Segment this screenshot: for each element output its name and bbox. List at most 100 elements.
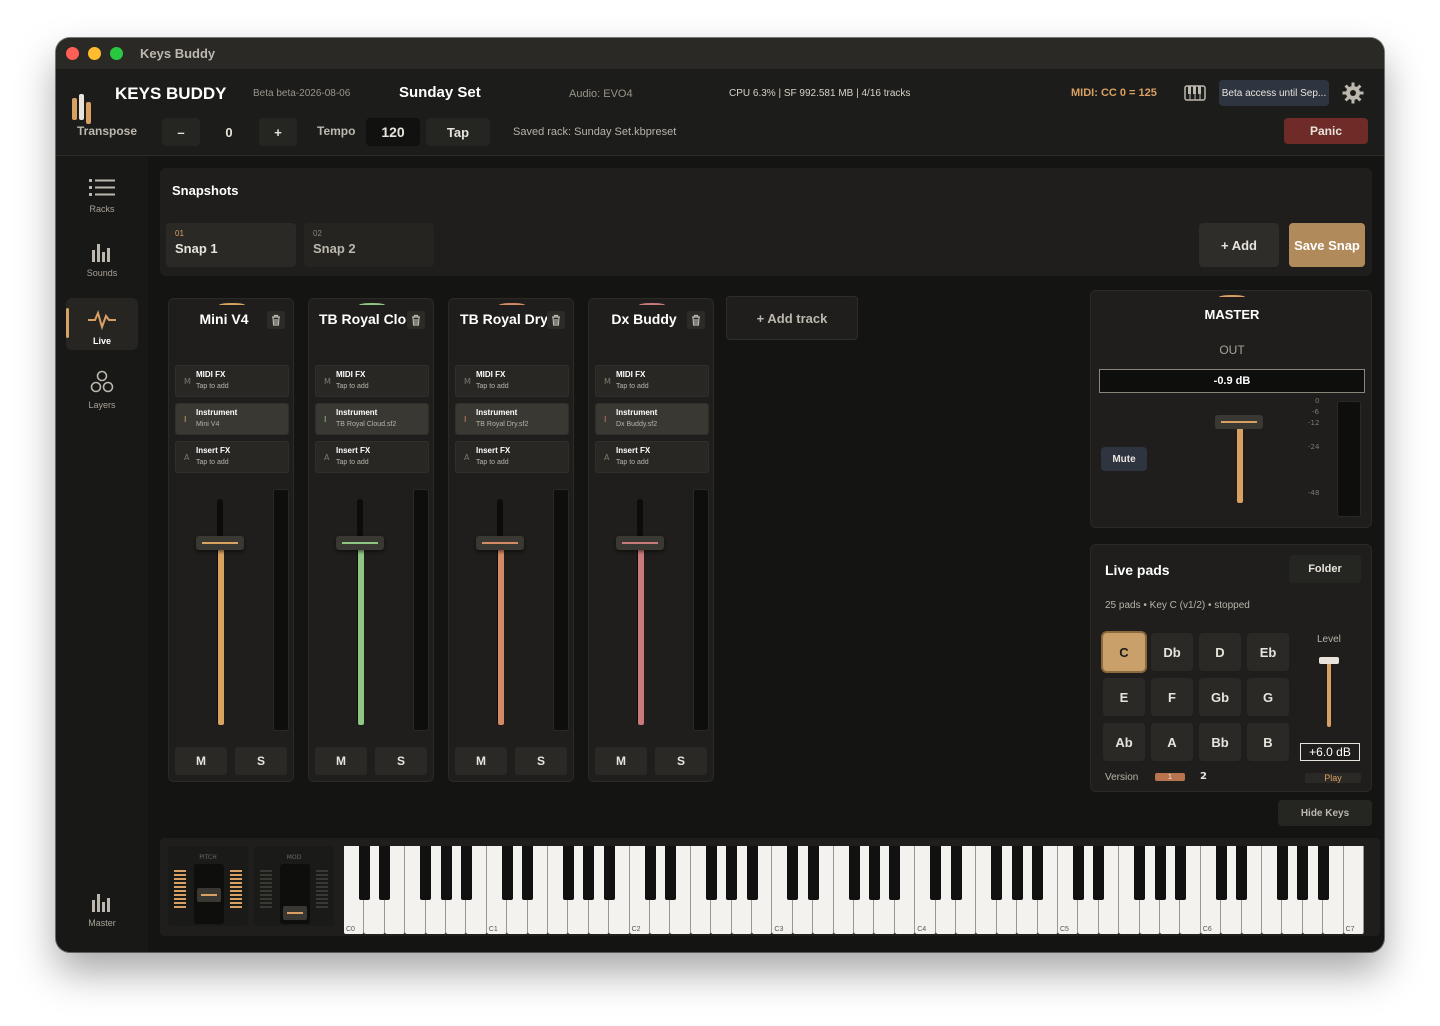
drag-handle[interactable]: [359, 303, 385, 307]
sidebar-item-master[interactable]: Master: [66, 880, 138, 932]
drag-handle[interactable]: [639, 303, 665, 307]
black-key[interactable]: [991, 846, 1003, 900]
midi-fx-slot[interactable]: M MIDI FX Tap to add: [175, 365, 289, 397]
pad-button[interactable]: Gb: [1199, 678, 1241, 716]
save-snapshot-button[interactable]: Save Snap: [1289, 223, 1365, 267]
black-key[interactable]: [379, 846, 391, 900]
fader-knob[interactable]: [196, 536, 244, 550]
black-key[interactable]: [460, 846, 472, 900]
sidebar-item-racks[interactable]: Racks: [66, 166, 138, 218]
solo-button[interactable]: S: [375, 747, 427, 775]
black-key[interactable]: [420, 846, 432, 900]
pad-button[interactable]: E: [1103, 678, 1145, 716]
panic-button[interactable]: Panic: [1284, 118, 1368, 144]
mod-wheel[interactable]: [280, 864, 310, 924]
pad-button[interactable]: D: [1199, 633, 1241, 671]
solo-button[interactable]: S: [235, 747, 287, 775]
transpose-plus-button[interactable]: +: [259, 118, 297, 146]
folder-button[interactable]: Folder: [1289, 555, 1361, 583]
audio-device[interactable]: Audio: EVO4: [569, 88, 633, 100]
black-key[interactable]: [664, 846, 676, 900]
trash-icon[interactable]: [547, 311, 565, 329]
drag-handle[interactable]: [499, 303, 525, 307]
midi-fx-slot[interactable]: M MIDI FX Tap to add: [315, 365, 429, 397]
tempo-input[interactable]: 120: [366, 118, 420, 146]
master-fader-knob[interactable]: [1215, 415, 1263, 429]
pad-button[interactable]: G: [1247, 678, 1289, 716]
pitch-wheel[interactable]: [194, 864, 224, 924]
mute-button[interactable]: Mute: [1101, 447, 1147, 471]
solo-button[interactable]: S: [515, 747, 567, 775]
black-key[interactable]: [1297, 846, 1309, 900]
insert-fx-slot[interactable]: A Insert FX Tap to add: [455, 441, 569, 473]
transpose-minus-button[interactable]: –: [162, 118, 200, 146]
instrument-slot[interactable]: I Instrument TB Royal Cloud.sf2: [315, 403, 429, 435]
black-key[interactable]: [1134, 846, 1146, 900]
black-key[interactable]: [726, 846, 738, 900]
pad-button[interactable]: Bb: [1199, 723, 1241, 761]
midi-fx-slot[interactable]: M MIDI FX Tap to add: [455, 365, 569, 397]
insert-fx-slot[interactable]: A Insert FX Tap to add: [175, 441, 289, 473]
fader-knob[interactable]: [336, 536, 384, 550]
pad-button[interactable]: Eb: [1247, 633, 1289, 671]
track-name[interactable]: Mini V4: [179, 311, 269, 327]
tap-tempo-button[interactable]: Tap: [426, 118, 490, 146]
black-key[interactable]: [358, 846, 370, 900]
black-key[interactable]: [930, 846, 942, 900]
black-key[interactable]: [1236, 846, 1248, 900]
trash-icon[interactable]: [267, 311, 285, 329]
trash-icon[interactable]: [407, 311, 425, 329]
black-key[interactable]: [1072, 846, 1084, 900]
beta-access-button[interactable]: Beta access until Sep...: [1219, 80, 1329, 106]
track-name[interactable]: Dx Buddy: [599, 311, 689, 327]
black-key[interactable]: [440, 846, 452, 900]
black-key[interactable]: [746, 846, 758, 900]
track-name[interactable]: TB Royal Dry: [459, 311, 549, 327]
add-track-button[interactable]: + Add track: [726, 296, 858, 340]
pad-button[interactable]: B: [1247, 723, 1289, 761]
insert-fx-slot[interactable]: A Insert FX Tap to add: [595, 441, 709, 473]
black-key[interactable]: [868, 846, 880, 900]
add-snapshot-button[interactable]: + Add: [1199, 223, 1279, 267]
set-name[interactable]: Sunday Set: [399, 84, 481, 101]
mute-button[interactable]: M: [595, 747, 647, 775]
drag-handle[interactable]: [219, 303, 245, 307]
mute-button[interactable]: M: [455, 747, 507, 775]
black-key[interactable]: [1032, 846, 1044, 900]
pad-button[interactable]: A: [1151, 723, 1193, 761]
solo-button[interactable]: S: [655, 747, 707, 775]
white-key[interactable]: C7: [1343, 846, 1364, 934]
piano-keys[interactable]: C0 C1 C2 C3 C4 C5 C6 C7: [344, 838, 1372, 936]
black-key[interactable]: [562, 846, 574, 900]
fader-knob[interactable]: [616, 536, 664, 550]
mute-button[interactable]: M: [315, 747, 367, 775]
black-key[interactable]: [1154, 846, 1166, 900]
black-key[interactable]: [1174, 846, 1186, 900]
pad-button[interactable]: Db: [1151, 633, 1193, 671]
play-button[interactable]: Play: [1305, 773, 1361, 783]
instrument-slot[interactable]: I Instrument TB Royal Dry.sf2: [455, 403, 569, 435]
black-key[interactable]: [1276, 846, 1288, 900]
insert-fx-slot[interactable]: A Insert FX Tap to add: [315, 441, 429, 473]
track-name[interactable]: TB Royal Cloud: [319, 311, 423, 327]
trash-icon[interactable]: [687, 311, 705, 329]
black-key[interactable]: [1011, 846, 1023, 900]
black-key[interactable]: [583, 846, 595, 900]
sidebar-item-layers[interactable]: Layers: [66, 362, 138, 414]
minimize-window-button[interactable]: [88, 47, 101, 60]
black-key[interactable]: [950, 846, 962, 900]
black-key[interactable]: [603, 846, 615, 900]
black-key[interactable]: [522, 846, 534, 900]
version-2-button[interactable]: 2: [1200, 771, 1207, 782]
black-key[interactable]: [644, 846, 656, 900]
midi-fx-slot[interactable]: M MIDI FX Tap to add: [595, 365, 709, 397]
pad-button[interactable]: F: [1151, 678, 1193, 716]
black-key[interactable]: [889, 846, 901, 900]
black-key[interactable]: [807, 846, 819, 900]
black-key[interactable]: [848, 846, 860, 900]
black-key[interactable]: [787, 846, 799, 900]
pad-button[interactable]: C: [1103, 633, 1145, 671]
instrument-slot[interactable]: I Instrument Mini V4: [175, 403, 289, 435]
sidebar-item-sounds[interactable]: Sounds: [66, 230, 138, 282]
piano-icon[interactable]: [1184, 84, 1206, 102]
